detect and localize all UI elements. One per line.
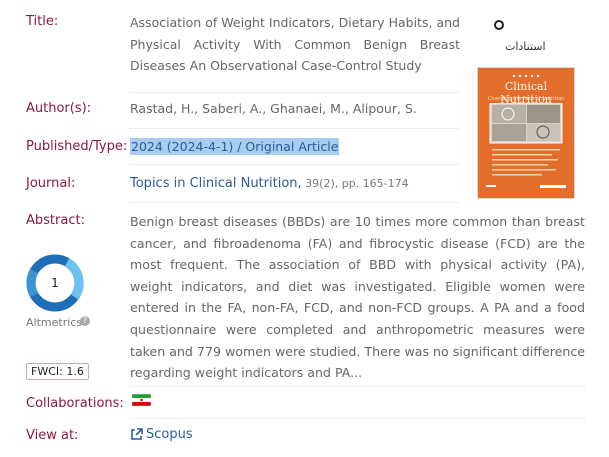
journal-info: Topics in Clinical Nutrition, 39(2), pp.… — [130, 175, 409, 191]
abstract-text: Benign breast diseases (BBDs) are 10 tim… — [130, 214, 585, 381]
radio-icon[interactable] — [494, 20, 504, 30]
altmetric-score: 1 — [51, 276, 59, 290]
published-label: Published/Type: — [26, 139, 128, 154]
divider — [130, 92, 460, 93]
divider — [130, 418, 585, 419]
authors-label: Author(s): — [26, 101, 92, 116]
divider — [130, 202, 460, 203]
cover-subtitle: Changing the Face of Nutrition — [487, 96, 565, 102]
journal-cover-image[interactable]: Clinical Nutrition Changing the Face of … — [478, 68, 574, 198]
divider — [130, 164, 460, 165]
abstract-label: Abstract: — [26, 213, 85, 228]
published-type: 2024 (2024-4-1) / Original Article — [130, 138, 340, 155]
external-link-icon — [131, 428, 143, 440]
fwci-badge: FWCI: 1.6 — [26, 363, 89, 380]
iran-flag-icon — [132, 394, 151, 406]
cover-illustration-icon — [486, 103, 566, 188]
altmetric-label[interactable]: Altmetrics — [26, 316, 82, 329]
view-at-label: View at: — [26, 428, 79, 443]
authors-list: Rastad, H., Saberi, A., Ghanaei, M., Ali… — [130, 101, 417, 116]
scopus-link[interactable]: Scopus — [130, 427, 193, 442]
journal-label: Journal: — [26, 176, 76, 191]
article-title: Association of Weight Indicators, Dietar… — [130, 15, 460, 73]
divider — [130, 386, 585, 387]
scopus-label: Scopus — [146, 427, 193, 442]
journal-link[interactable]: Topics in Clinical Nutrition, — [130, 176, 302, 191]
title-label: Title: — [26, 14, 59, 29]
help-icon[interactable]: ? — [80, 316, 90, 326]
collaborations-label: Collaborations: — [26, 396, 124, 411]
divider — [130, 128, 460, 129]
journal-details: 39(2), pp. 165-174 — [301, 177, 409, 190]
ostadat-label: استنادات — [505, 40, 546, 53]
